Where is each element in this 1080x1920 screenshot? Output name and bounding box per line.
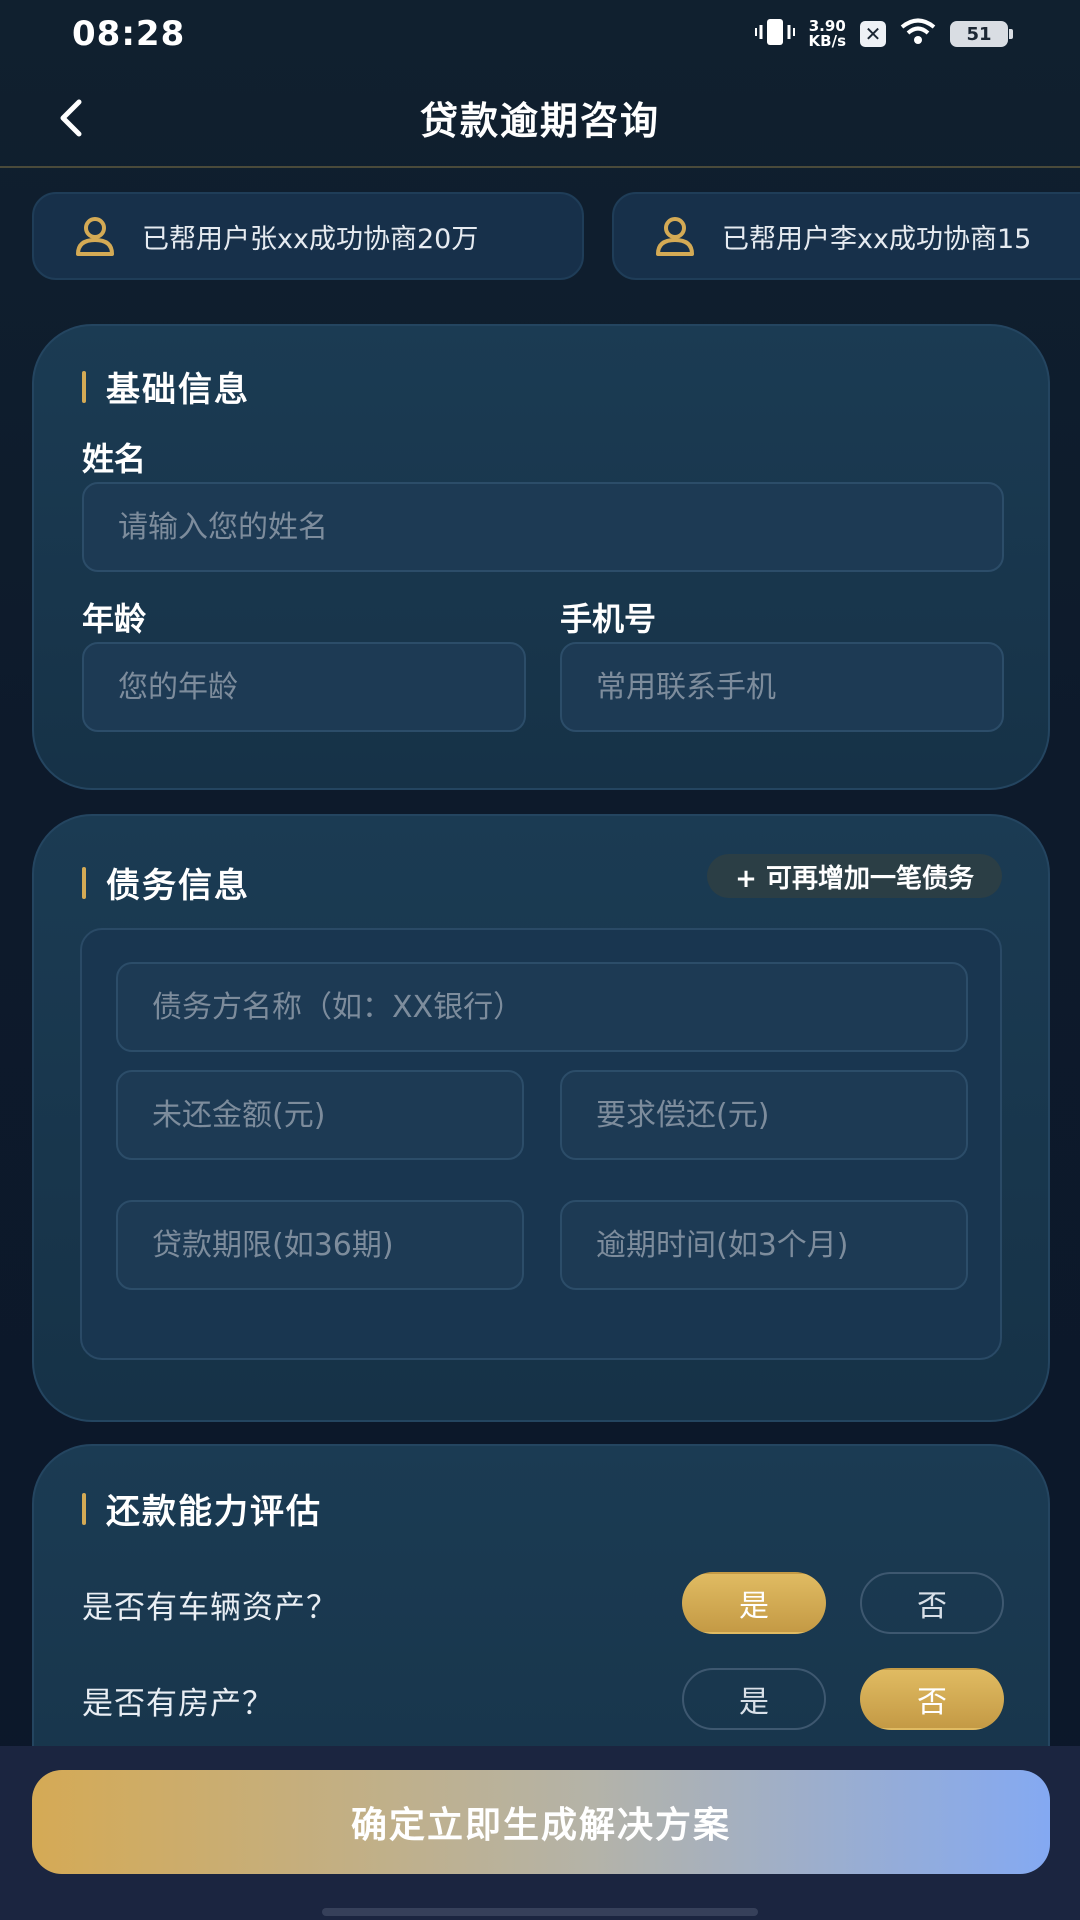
ticker-text: 已帮用户张xx成功协商20万	[142, 223, 479, 255]
page-title: 贷款逾期咨询	[419, 98, 660, 143]
section-title-text: 债务信息	[106, 866, 250, 906]
section-accent-bar	[82, 370, 86, 403]
wifi-icon	[900, 18, 936, 50]
status-time: 08:28	[72, 14, 186, 54]
vehicle-question: 是否有车辆资产？	[82, 1590, 338, 1626]
ticker-item: 已帮用户李xx成功协商15	[612, 192, 1080, 280]
vehicle-yes-option[interactable]: 是	[682, 1572, 826, 1634]
header: 贷款逾期咨询	[0, 68, 1080, 168]
section-title-text: 还款能力评估	[106, 1492, 322, 1532]
vehicle-no-option[interactable]: 否	[860, 1572, 1004, 1634]
net-speed: 3.90 KB/s	[809, 19, 846, 49]
section-title: 债务信息	[82, 858, 250, 907]
overdue-time-input[interactable]	[560, 1200, 968, 1290]
phone-input[interactable]	[560, 642, 1004, 732]
bottom-action-bar: 确定立即生成解决方案	[0, 1746, 1080, 1920]
ticker-item: 已帮用户张xx成功协商20万	[32, 192, 584, 280]
status-bar: 08:28 3.90 KB/s ✕ 51	[0, 0, 1080, 68]
name-label: 姓名	[82, 440, 147, 478]
required-repayment-input[interactable]	[560, 1070, 968, 1160]
section-accent-bar	[82, 866, 86, 899]
property-yes-option[interactable]: 是	[682, 1668, 826, 1730]
back-button[interactable]	[40, 88, 100, 148]
unpaid-amount-input[interactable]	[116, 1070, 524, 1160]
screen: 08:28 3.90 KB/s ✕ 51 贷款逾期咨询 已帮用户张xx成功协商2…	[0, 0, 1080, 1920]
phone-label: 手机号	[560, 600, 657, 638]
battery-icon: 51	[950, 21, 1013, 47]
debt-entry-panel	[80, 928, 1002, 1360]
debt-info-card: 债务信息 + 可再增加一笔债务	[32, 814, 1050, 1422]
user-icon	[656, 217, 694, 256]
age-input[interactable]	[82, 642, 526, 732]
basic-info-card: 基础信息 姓名 年龄 手机号	[32, 324, 1050, 790]
property-no-option[interactable]: 否	[860, 1668, 1004, 1730]
success-ticker: 已帮用户张xx成功协商20万 已帮用户李xx成功协商15	[32, 192, 1080, 282]
ticker-track: 已帮用户张xx成功协商20万 已帮用户李xx成功协商15	[32, 192, 1080, 280]
section-accent-bar	[82, 1492, 86, 1525]
name-input[interactable]	[82, 482, 1004, 572]
chevron-left-icon	[60, 99, 82, 137]
generate-solution-button[interactable]: 确定立即生成解决方案	[32, 1770, 1050, 1874]
section-title: 还款能力评估	[82, 1484, 322, 1533]
loan-term-input[interactable]	[116, 1200, 524, 1290]
user-icon	[76, 217, 114, 256]
home-indicator[interactable]	[322, 1908, 758, 1916]
add-debt-button[interactable]: + 可再增加一笔债务	[707, 854, 1002, 898]
battery-level: 51	[966, 23, 992, 45]
x-notification-icon: ✕	[860, 21, 886, 47]
net-speed-unit: KB/s	[808, 32, 846, 50]
section-title: 基础信息	[82, 362, 250, 411]
vibrate-icon	[754, 17, 795, 51]
ticker-text: 已帮用户李xx成功协商15	[722, 223, 1032, 255]
property-question: 是否有房产？	[82, 1686, 274, 1722]
status-icons: 3.90 KB/s ✕ 51	[754, 17, 1013, 51]
section-title-text: 基础信息	[106, 370, 250, 410]
creditor-name-input[interactable]	[116, 962, 968, 1052]
age-label: 年龄	[82, 600, 147, 638]
